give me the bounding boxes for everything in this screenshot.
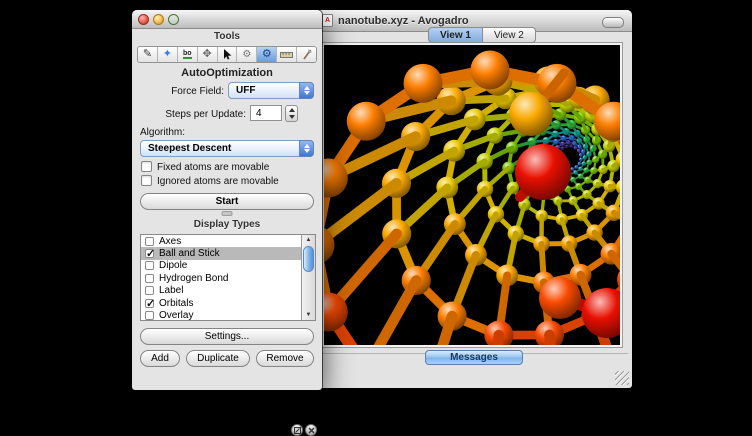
algorithm-label: Algorithm: [140, 127, 185, 138]
float-icon [294, 427, 301, 434]
tool-measure[interactable] [277, 47, 297, 62]
display-type-label: Ball and Stick [159, 248, 220, 259]
force-field-value: UFF [236, 85, 255, 96]
display-type-label: Orbitals [159, 298, 193, 309]
tab-view-2[interactable]: View 2 [483, 27, 536, 43]
main-window-title: nanotube.xyz - Avogadro [338, 15, 469, 27]
display-type-checkbox[interactable] [145, 274, 154, 283]
scroll-up-arrow[interactable]: ▲ [302, 235, 315, 245]
display-type-label: Label [159, 285, 183, 296]
axe-icon [302, 49, 312, 60]
popup-arrows-icon [299, 82, 314, 99]
display-types-list: AxesBall and StickDipole Hydrogen BondLab… [140, 234, 316, 321]
pencil-icon: ✎ [143, 49, 152, 60]
display-type-row[interactable]: Axes [141, 235, 315, 247]
tool-navigate[interactable]: ✦ [158, 47, 178, 62]
scrollbar-thumb[interactable] [303, 246, 314, 272]
main-window: A nanotube.xyz - Avogadro View 1 View 2 … [316, 10, 632, 388]
settings-button[interactable]: Settings... [140, 328, 314, 345]
fixed-atoms-label: Fixed atoms are movable [157, 162, 269, 173]
zoom-button[interactable] [168, 14, 179, 25]
tools-dock-header: Tools [132, 28, 322, 44]
ignored-atoms-checkbox[interactable] [141, 175, 152, 186]
display-type-label: Dipole [159, 260, 187, 271]
display-type-label: Overlay [159, 310, 193, 321]
scroll-down-arrow[interactable]: ▼ [302, 310, 315, 320]
display-type-checkbox[interactable] [145, 311, 154, 320]
steps-label: Steps per Update: [136, 109, 246, 120]
tools-dock-title: Tools [214, 31, 240, 42]
tool-select[interactable] [218, 47, 238, 62]
popup-arrows-icon [299, 140, 314, 157]
display-type-checkbox[interactable] [145, 249, 154, 258]
remove-button[interactable]: Remove [256, 350, 314, 367]
display-type-checkbox[interactable] [145, 299, 154, 308]
cursor-arrow-icon [223, 49, 232, 60]
list-scrollbar[interactable]: ▲ ▼ [301, 235, 315, 320]
tool-bond-centric[interactable]: bo [178, 47, 198, 62]
duplicate-button[interactable]: Duplicate [186, 350, 250, 367]
tool-auto-rotate[interactable]: ⚙ [237, 47, 257, 62]
fixed-atoms-checkbox[interactable] [141, 161, 152, 172]
display-type-row[interactable]: Orbitals [141, 297, 315, 309]
manipulate-hand-icon: ✥ [203, 49, 212, 60]
display-type-label: Axes [159, 236, 181, 247]
desktop: { "main_window": { "title": "nanotube.xy… [0, 0, 752, 423]
display-type-row[interactable]: Label [141, 285, 315, 297]
tool-align[interactable] [297, 47, 316, 62]
display-type-row[interactable]: Dipole [141, 260, 315, 272]
display-types-header: Display Types [132, 216, 322, 232]
window-controls [138, 14, 179, 25]
navigate-star-icon: ✦ [163, 49, 172, 60]
stepper-up[interactable] [286, 106, 297, 114]
display-type-checkbox[interactable] [145, 237, 154, 246]
tool-manipulate[interactable]: ✥ [198, 47, 218, 62]
close-button[interactable] [138, 14, 149, 25]
view-tab-bar: View 1 View 2 [428, 27, 536, 43]
nanotube-render [324, 45, 620, 345]
force-field-select[interactable]: UFF [228, 82, 314, 99]
algorithm-value: Steepest Descent [148, 143, 231, 154]
algorithm-select[interactable]: Steepest Descent [140, 140, 314, 157]
gear-icon: ⚙ [262, 49, 272, 60]
messages-button[interactable]: Messages [425, 350, 523, 365]
tool-auto-optimize[interactable]: ⚙ [257, 47, 277, 62]
display-types-title: Display Types [194, 219, 261, 230]
close-icon [308, 427, 315, 434]
tool-selector-toolbar: ✎ ✦ bo ✥ ⚙ ⚙ [137, 46, 317, 63]
start-button[interactable]: Start [140, 193, 314, 210]
gears-icon: ⚙ [242, 50, 251, 60]
ruler-icon [280, 51, 293, 58]
dock-float-button[interactable] [291, 424, 303, 436]
steps-stepper[interactable] [285, 105, 298, 122]
autoopt-title: AutoOptimization [132, 67, 322, 79]
gl-viewport[interactable] [322, 43, 622, 347]
tools-panel-titlebar[interactable] [132, 10, 322, 29]
display-type-label: Hydrogen Bond [159, 273, 229, 284]
bond-centric-icon: bo [183, 50, 192, 59]
force-field-label: Force Field: [136, 86, 224, 97]
dock-close-button[interactable] [305, 424, 317, 436]
add-button[interactable]: Add [140, 350, 180, 367]
toolbar-lozenge-button[interactable] [602, 17, 624, 28]
display-type-row[interactable]: Overlay [141, 309, 315, 321]
tab-view-1[interactable]: View 1 [428, 27, 483, 43]
display-type-row[interactable]: Hydrogen Bond [141, 272, 315, 284]
stepper-down[interactable] [286, 114, 297, 122]
steps-input[interactable]: 4 [250, 105, 282, 121]
minimize-button[interactable] [153, 14, 164, 25]
ignored-atoms-label: Ignored atoms are movable [157, 176, 279, 187]
display-type-row[interactable]: Ball and Stick [141, 247, 315, 259]
tool-draw[interactable]: ✎ [138, 47, 158, 62]
resize-grip[interactable] [615, 371, 629, 385]
steps-value: 4 [256, 108, 262, 119]
display-type-checkbox[interactable] [145, 261, 154, 270]
document-icon: A [322, 14, 333, 27]
tools-panel-window: Tools ✎ ✦ bo ✥ ⚙ [132, 10, 322, 390]
display-type-checkbox[interactable] [145, 286, 154, 295]
